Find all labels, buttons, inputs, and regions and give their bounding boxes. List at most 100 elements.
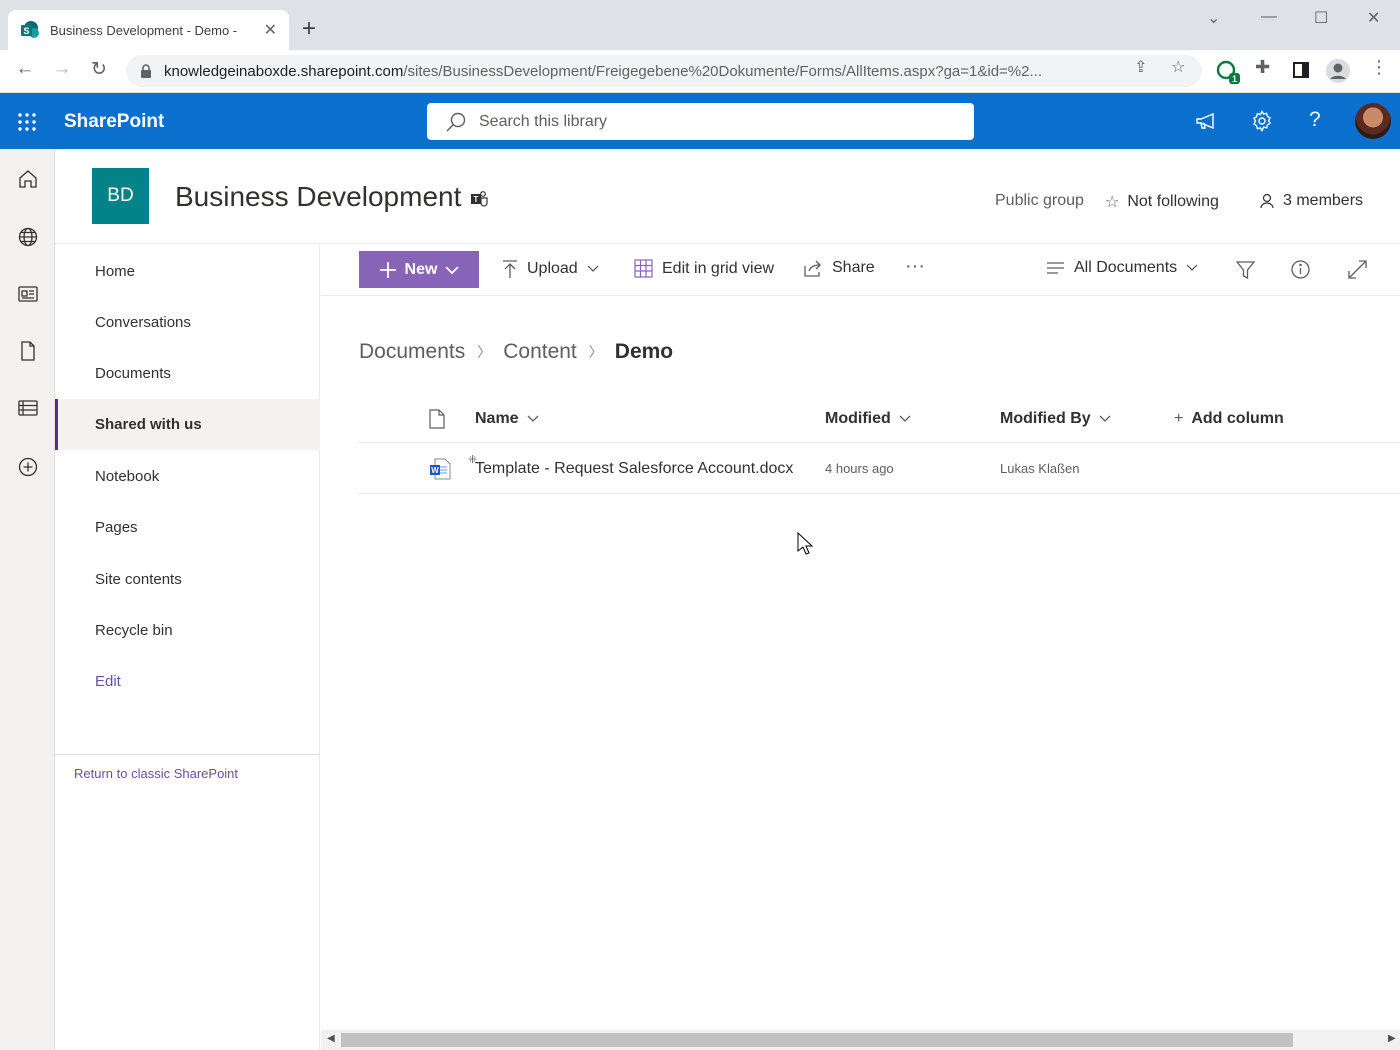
- nav-label: Documents: [95, 365, 171, 382]
- create-add-icon[interactable]: [17, 456, 39, 478]
- breadcrumb-item-content[interactable]: Content: [503, 340, 577, 364]
- share-page-icon[interactable]: ⇪: [1134, 57, 1147, 77]
- extensions-puzzle-icon[interactable]: ✚: [1255, 57, 1270, 78]
- nav-item-conversations[interactable]: Conversations: [55, 297, 320, 348]
- bookmark-star-icon[interactable]: ☆: [1171, 57, 1185, 77]
- site-logo[interactable]: BD: [92, 168, 149, 224]
- members-label: 3 members: [1283, 192, 1364, 209]
- nav-item-recycle-bin[interactable]: Recycle bin: [55, 605, 320, 656]
- add-column-label: Add column: [1191, 410, 1284, 427]
- back-icon[interactable]: ←: [13, 58, 37, 80]
- edit-grid-view-button[interactable]: Edit in grid view: [634, 259, 774, 278]
- suite-bar: SharePoint Search this library ?: [0, 93, 1400, 149]
- news-icon[interactable]: [17, 283, 39, 305]
- megaphone-icon[interactable]: [1195, 110, 1217, 132]
- column-header-name[interactable]: Name: [475, 410, 539, 428]
- quick-launch-nav: Home Conversations Documents Shared with…: [55, 244, 320, 1050]
- address-bar[interactable]: knowledgeinaboxde.sharepoint.com/sites/B…: [126, 55, 1202, 87]
- svg-text:S: S: [23, 26, 29, 36]
- site-title[interactable]: Business Development: [175, 181, 461, 213]
- nav-label: Recycle bin: [95, 622, 173, 639]
- follow-button[interactable]: ☆ Not following: [1105, 192, 1219, 212]
- minimize-icon[interactable]: —: [1261, 8, 1277, 26]
- nav-item-documents[interactable]: Documents: [55, 348, 320, 399]
- chevron-right-icon: 〉: [588, 344, 603, 360]
- follow-label: Not following: [1127, 193, 1219, 210]
- new-button[interactable]: New: [359, 251, 479, 288]
- scrollbar-thumb[interactable]: [341, 1033, 1293, 1047]
- more-actions-label: ···: [905, 255, 925, 277]
- home-icon[interactable]: [17, 168, 39, 190]
- sharepoint-brand[interactable]: SharePoint: [64, 111, 164, 133]
- breadcrumb-item-current: Demo: [614, 340, 674, 363]
- tab-title: Business Development - Demo -: [50, 22, 238, 38]
- grid-icon: [634, 259, 653, 278]
- chevron-down-icon: [1186, 264, 1198, 271]
- column-modified-label: Modified: [825, 410, 891, 427]
- profile-icon[interactable]: [1325, 58, 1351, 84]
- globe-icon[interactable]: [17, 226, 39, 248]
- nav-edit-link[interactable]: Edit: [55, 656, 320, 707]
- nav-item-notebook[interactable]: Notebook: [55, 451, 320, 502]
- close-window-icon[interactable]: ✕: [1367, 8, 1380, 28]
- table-row[interactable]: W ⁜ Template - Request Salesforce Accoun…: [359, 444, 1400, 494]
- file-icon[interactable]: [17, 340, 39, 362]
- members-button[interactable]: 3 members: [1259, 192, 1363, 210]
- extension-badge-icon[interactable]: 1: [1216, 60, 1242, 86]
- tab-search-icon[interactable]: ⌄: [1207, 8, 1220, 28]
- nav-item-site-contents[interactable]: Site contents: [55, 554, 320, 605]
- nav-label: Conversations: [95, 314, 191, 331]
- browser-tab-strip: S Business Development - Demo - ✕ + ⌄ — …: [0, 0, 1400, 50]
- nav-label: Notebook: [95, 468, 160, 485]
- browser-tab[interactable]: S Business Development - Demo - ✕: [8, 10, 289, 50]
- add-column-button[interactable]: + Add column: [1174, 410, 1284, 428]
- nav-label: Pages: [95, 519, 138, 536]
- library-search-box[interactable]: Search this library: [427, 103, 974, 140]
- lists-icon[interactable]: [17, 397, 39, 419]
- nav-item-home[interactable]: Home: [55, 246, 320, 297]
- modified-by-value[interactable]: Lukas Klaßen: [1000, 461, 1080, 476]
- share-label: Share: [832, 259, 875, 276]
- return-classic-link[interactable]: Return to classic SharePoint: [74, 766, 238, 781]
- scroll-right-icon[interactable]: ▶: [1388, 1033, 1396, 1044]
- upload-button[interactable]: Upload: [502, 259, 599, 279]
- command-bar: New Upload Edit in grid view Share ··· A…: [321, 244, 1400, 296]
- forward-icon[interactable]: →: [50, 58, 74, 80]
- app-bar: [0, 149, 55, 1050]
- chevron-down-icon: [587, 265, 599, 272]
- horizontal-scrollbar[interactable]: ◀ ▶: [321, 1030, 1400, 1050]
- user-avatar[interactable]: [1355, 103, 1391, 139]
- settings-gear-icon[interactable]: [1251, 110, 1273, 132]
- filter-icon[interactable]: [1236, 261, 1255, 279]
- group-visibility: Public group: [995, 192, 1084, 209]
- browser-menu-icon[interactable]: ⋮: [1370, 57, 1388, 78]
- more-actions-button[interactable]: ···: [905, 255, 925, 278]
- column-header-modified-by[interactable]: Modified By: [1000, 410, 1111, 428]
- help-icon[interactable]: ?: [1309, 108, 1321, 132]
- breadcrumb-item-documents[interactable]: Documents: [359, 340, 465, 364]
- new-tab-icon[interactable]: +: [302, 17, 316, 41]
- view-selector[interactable]: All Documents: [1046, 259, 1198, 277]
- info-icon[interactable]: [1291, 260, 1310, 279]
- chevron-down-icon: [1099, 415, 1111, 422]
- breadcrumb: Documents 〉 Content 〉 Demo: [359, 340, 673, 364]
- side-panel-icon[interactable]: [1293, 62, 1309, 78]
- maximize-icon[interactable]: ☐: [1314, 8, 1328, 28]
- upload-label: Upload: [527, 260, 578, 277]
- file-type-icon[interactable]: [429, 409, 445, 429]
- svg-text:T: T: [474, 195, 479, 204]
- svg-text:W: W: [431, 466, 439, 475]
- nav-item-shared-with-us[interactable]: Shared with us: [55, 399, 320, 450]
- app-launcher-icon[interactable]: [17, 112, 37, 132]
- nav-item-pages[interactable]: Pages: [55, 502, 320, 553]
- expand-icon[interactable]: [1348, 260, 1367, 279]
- nav-label: Site contents: [95, 571, 182, 588]
- scroll-left-icon[interactable]: ◀: [327, 1033, 335, 1044]
- plus-icon: +: [1174, 410, 1184, 427]
- file-name-link[interactable]: Template - Request Salesforce Account.do…: [475, 460, 793, 478]
- teams-icon[interactable]: T: [470, 190, 488, 208]
- reload-icon[interactable]: ↻: [87, 58, 111, 81]
- share-button[interactable]: Share: [804, 259, 875, 277]
- tab-close-icon[interactable]: ✕: [264, 20, 277, 40]
- column-header-modified[interactable]: Modified: [825, 410, 911, 428]
